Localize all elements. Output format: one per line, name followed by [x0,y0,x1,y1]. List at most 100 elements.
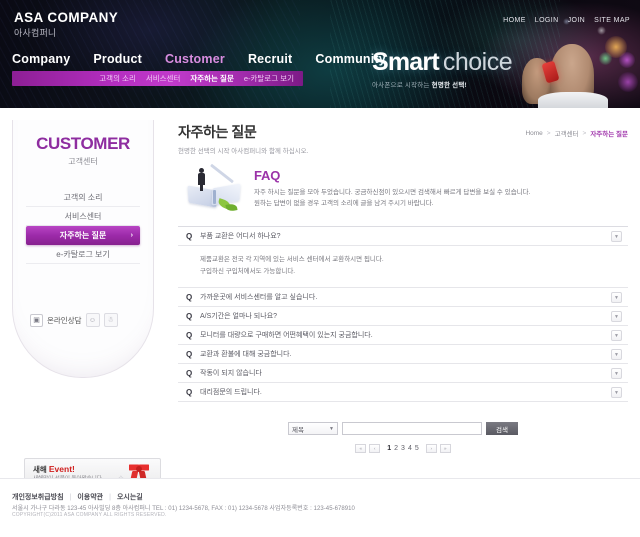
header-kids-photo [520,0,640,108]
breadcrumb-home[interactable]: Home [525,130,542,137]
breadcrumb: Home > 고객센터 > 자주하는 질문 [525,128,628,139]
pagination-page-3[interactable]: 3 [401,445,405,452]
faq-heading: FAQ [254,168,281,183]
site-footer: 개인정보취급방침 | 이용약관 | 오시는길 서울시 가나구 다라동 123-4… [0,478,640,537]
pagination-numbers: 1 2 3 4 5 [387,445,419,452]
subnav-voice-of-customer[interactable]: 고객의 소리 [99,73,136,84]
figure-legs [200,184,203,191]
site-header: ASA COMPANY 아사컴퍼니 HOME LOGIN JOIN SITE M… [0,0,640,108]
search-button[interactable]: 검색 [486,422,518,436]
footer-link-terms[interactable]: 이용약관 [77,492,103,502]
faq-list: Q 부품 교환은 어디서 하나요? ▼ 제품교환은 전국 각 지역에 있는 서비… [178,226,628,403]
search-field-value: 제목 [292,426,304,434]
sidebar-item-service-center[interactable]: 서비스센터 [26,207,140,226]
chevron-down-icon[interactable]: ▼ [611,368,622,380]
q-marker: Q [186,330,193,340]
page-header: 자주하는 질문 현명한 선택의 시작 아사컴퍼니와 함께 하십시오. Home … [178,122,628,155]
footer-address: 서울시 가나구 다라동 123-45 아사빌딩 8층 아사컴퍼니 TEL : 0… [12,506,355,512]
pagination-page-5[interactable]: 5 [415,445,419,452]
faq-question-text: 가까운곳에 서비스센터를 알고 싶습니다. [200,294,318,302]
footer-copyright: COPYRIGHT(C)2011 ASA COMPANY ALL RIGHTS … [12,512,167,518]
chevron-down-icon[interactable]: ▼ [611,311,622,323]
bokeh-magenta [618,72,638,92]
chevron-down-icon[interactable]: ▼ [611,330,622,342]
bokeh-purple [619,52,635,68]
faq-illustration [186,163,242,212]
chevron-down-icon[interactable]: ▼ [611,387,622,399]
footer-links: 개인정보취급방침 | 이용약관 | 오시는길 [12,492,143,502]
pencil-icon [210,163,234,184]
nav-customer[interactable]: Customer [165,52,225,66]
chevron-right-icon: › [130,232,133,239]
header-banner-text: Smart choice 아사폰으로 시작하는 현명한 선택! [372,48,513,89]
faq-intro-line2: 원하는 답변이 없을 경우 고객의 소리에 글을 남겨 주시기 바랍니다. [254,200,434,208]
user-icon[interactable]: ☃ [103,313,118,327]
banner-subtitle: 아사폰으로 시작하는 현명한 선택! [372,79,512,89]
banner-subtitle-pre: 아사폰으로 시작하는 [372,82,432,89]
footer-link-directions[interactable]: 오시는길 [117,492,143,502]
search-input[interactable] [342,422,482,436]
banner-subtitle-bold: 현명한 선택! [431,82,467,89]
book-spine [213,190,216,204]
breadcrumb-level1[interactable]: 고객센터 [555,128,579,138]
faq-question-text: 교환과 환불에 대해 궁금합니다. [200,351,292,359]
pagination-first[interactable]: « [355,444,367,454]
sidebar-title-en: CUSTOMER [36,134,130,153]
chevron-down-icon[interactable]: ▼ [611,231,622,242]
pagination-page-2[interactable]: 2 [394,445,398,452]
gift-knot [136,466,142,472]
footer-link-privacy[interactable]: 개인정보취급방침 [12,492,64,502]
site-logo[interactable]: ASA COMPANY 아사컴퍼니 [14,10,118,39]
sidebar-item-label: 자주하는 질문 [59,231,107,240]
faq-question-row[interactable]: Q 부품 교환은 어디서 하나요? ▼ [178,227,628,246]
event-title-kr: 새해 [33,465,49,474]
subnav-faq[interactable]: 자주하는 질문 [190,73,233,84]
pagination-last[interactable]: » [439,444,451,454]
faq-question-row[interactable]: Q 교환과 환불에 대해 궁금합니다. ▼ [178,345,628,365]
page-root: ASA COMPANY 아사컴퍼니 HOME LOGIN JOIN SITE M… [0,0,640,537]
sidebar-title: CUSTOMER 고객센터 [13,120,153,167]
pagination-page-1[interactable]: 1 [387,445,391,452]
pagination-page-4[interactable]: 4 [408,445,412,452]
faq-question-row[interactable]: Q A/S기간은 얼마나 되나요? ▼ [178,307,628,327]
faq-question-row[interactable]: Q 작동이 되지 않습니다 ▼ [178,364,628,384]
footer-separator: | [109,493,111,501]
subnav-service-center[interactable]: 서비스센터 [146,73,181,84]
nav-company[interactable]: Company [12,52,70,66]
sidebar-menu: 고객의 소리 서비스센터 자주하는 질문 › e-카탈로그 보기 [13,188,153,264]
sidebar-item-faq[interactable]: 자주하는 질문 › [26,226,140,245]
footer-separator: | [69,493,72,501]
banner-title-bold: Smart [372,48,440,76]
pagination-prev[interactable]: ‹ [369,444,381,454]
faq-question-text: A/S기간은 얼마나 되나요? [200,313,278,321]
nav-recruit[interactable]: Recruit [248,52,292,66]
main-column: 자주하는 질문 현명한 선택의 시작 아사컴퍼니와 함께 하십시오. Home … [178,122,628,454]
sidebar-item-ecatalog[interactable]: e-카탈로그 보기 [26,245,140,264]
search-field-select[interactable]: 제목 ▼ [288,422,338,436]
sidebar-item-voice-of-customer[interactable]: 고객의 소리 [26,188,140,207]
global-nav: Company Product Customer Recruit Communi… [12,52,386,66]
q-marker: Q [186,311,193,321]
pagination-next[interactable]: › [425,444,437,454]
faq-intro: FAQ 자주 하시는 질문을 모아 두었습니다. 궁금하신점이 있으시면 검색해… [178,163,628,222]
chevron-down-icon[interactable]: ▼ [611,292,622,304]
faq-question-row[interactable]: Q 가까운곳에 서비스센터를 알고 싶습니다. ▼ [178,288,628,308]
breadcrumb-separator: > [546,129,551,137]
faq-answer-line2: 구입하신 구입처에서도 가능합니다. [200,268,296,276]
person-figure-icon [198,168,205,191]
q-marker: Q [186,231,193,241]
faq-question-text: 대리점문의 드립니다. [200,389,262,397]
chevron-down-icon[interactable]: ▼ [611,349,622,361]
bokeh-green [599,52,612,65]
breadcrumb-current: 자주하는 질문 [590,131,628,138]
faq-question-row[interactable]: Q 모니터를 대량으로 구매하면 어떤혜택이 있는지 궁금합니다. ▼ [178,326,628,346]
faq-question-row[interactable]: Q 대리점문의 드립니다. ▼ [178,383,628,403]
user-pair-icon[interactable]: ☺ [85,313,100,327]
breadcrumb-separator: > [582,129,587,137]
q-marker: Q [186,368,193,378]
online-consult-block: ▣ 온라인상담 ☺ ☃ [30,310,138,330]
online-consult-label: 온라인상담 [47,315,82,325]
nav-product[interactable]: Product [93,52,142,66]
pagination: « ‹ 1 2 3 4 5 › » [178,444,628,454]
subnav-ecatalog[interactable]: e-카탈로그 보기 [244,73,294,84]
